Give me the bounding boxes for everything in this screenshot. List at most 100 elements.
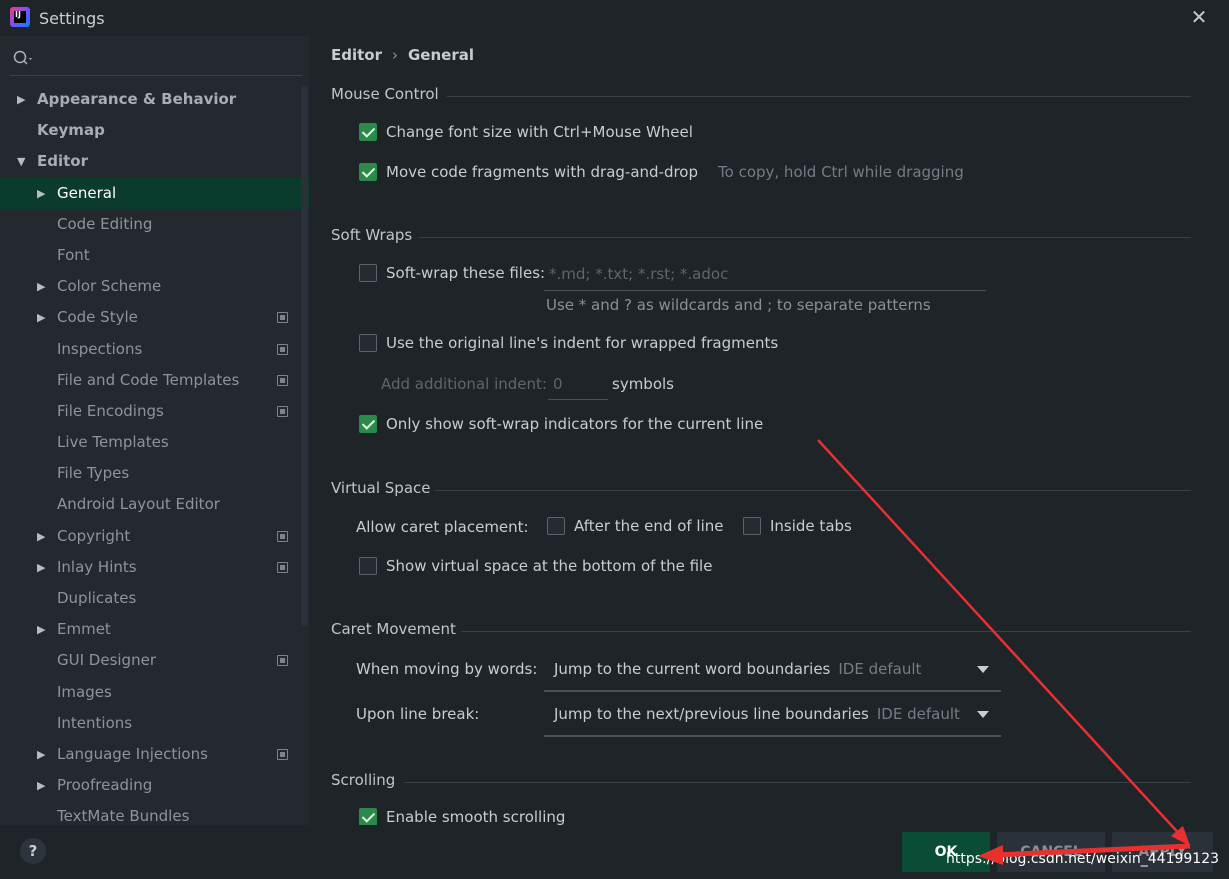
sidebar-item-keymap[interactable]: Keymap [0, 115, 309, 146]
soft-wrap-indicators-label: Only show soft-wrap indicators for the c… [386, 415, 764, 433]
sidebar-item-label: Live Templates [57, 433, 169, 452]
collapsed-arrow-icon[interactable]: ▶ [37, 178, 51, 209]
sidebar-item-label: GUI Designer [57, 651, 156, 670]
smooth-scrolling-label: Enable smooth scrolling [386, 808, 566, 825]
font-size-wheel-label: Change font size with Ctrl+Mouse Wheel [386, 123, 693, 141]
sidebar-item-editor[interactable]: ▼ Editor [0, 146, 309, 177]
sidebar-item-label: Images [57, 682, 112, 701]
title-bar: IJ Settings ✕ [0, 0, 1229, 36]
soft-wrap-indicators-checkbox[interactable] [359, 415, 377, 433]
moving-by-words-select[interactable]: Jump to the current word boundaries IDE … [544, 648, 1001, 692]
original-indent-option[interactable]: Use the original line's indent for wrapp… [359, 334, 778, 352]
collapsed-arrow-icon[interactable]: ▶ [37, 521, 51, 552]
drag-drop-hint: To copy, hold Ctrl while dragging [718, 163, 964, 181]
expanded-arrow-icon[interactable]: ▼ [17, 146, 31, 177]
sidebar-item-label: Inspections [57, 339, 143, 358]
virtual-space-bottom-option[interactable]: Show virtual space at the bottom of the … [359, 557, 712, 575]
window-title: Settings [39, 9, 105, 28]
sidebar-item-label: Emmet [57, 620, 111, 639]
sidebar-item-live-templates[interactable]: Live Templates [0, 427, 309, 458]
sidebar-item-copyright[interactable]: ▶ Copyright [0, 521, 309, 552]
additional-indent-input[interactable]: 0 [548, 370, 608, 400]
additional-indent-label: Add additional indent: [381, 375, 547, 393]
sidebar-item-language-injections[interactable]: ▶ Language Injections [0, 739, 309, 770]
sidebar-item-inlay-hints[interactable]: ▶ Inlay Hints [0, 552, 309, 583]
sidebar-item-label: File and Code Templates [57, 370, 240, 389]
sidebar-item-label: Proofreading [57, 776, 153, 795]
sidebar-item-proofreading[interactable]: ▶ Proofreading [0, 770, 309, 801]
collapsed-arrow-icon[interactable]: ▶ [17, 84, 31, 115]
font-size-wheel-checkbox[interactable] [359, 123, 377, 141]
sidebar-item-gui-designer[interactable]: GUI Designer [0, 645, 309, 676]
virtual-space-title: Virtual Space [331, 479, 431, 497]
smooth-scrolling-option[interactable]: Enable smooth scrolling [359, 808, 565, 825]
original-indent-checkbox[interactable] [359, 334, 377, 352]
sidebar-item-label: Android Layout Editor [57, 495, 220, 514]
sidebar-item-label: File Encodings [57, 401, 164, 420]
collapsed-arrow-icon[interactable]: ▶ [37, 552, 51, 583]
sidebar-item-android-layout-editor[interactable]: Android Layout Editor [0, 489, 309, 520]
app-logo-icon: IJ [10, 7, 30, 27]
soft-wrap-files-label: Soft-wrap these files: [386, 264, 546, 282]
sidebar-item-emmet[interactable]: ▶ Emmet [0, 614, 309, 645]
font-size-wheel-option[interactable]: Change font size with Ctrl+Mouse Wheel [359, 123, 693, 141]
virtual-space-bottom-checkbox[interactable] [359, 557, 377, 575]
collapsed-arrow-icon[interactable]: ▶ [37, 302, 51, 333]
sidebar-item-label: Code Style [57, 308, 138, 327]
help-button[interactable]: ? [20, 838, 46, 864]
sidebar-scrollbar[interactable] [301, 86, 308, 626]
dialog-button-bar: ? OK CANCEL APPLY https://blog.csdn.net/… [0, 825, 1229, 879]
soft-wrap-indicators-option[interactable]: Only show soft-wrap indicators for the c… [359, 415, 763, 433]
breadcrumb-parent[interactable]: Editor [331, 46, 382, 64]
sidebar-item-file-encodings[interactable]: File Encodings [0, 396, 309, 427]
sidebar-item-inspections[interactable]: Inspections [0, 334, 309, 365]
soft-wrap-files-option[interactable]: Soft-wrap these files: [359, 264, 545, 282]
breadcrumb-current: General [408, 46, 474, 64]
section-divider [419, 237, 1191, 238]
sidebar-item-label: TextMate Bundles [57, 807, 190, 825]
soft-wrap-files-input[interactable]: *.md; *.txt; *.rst; *.adoc [544, 262, 986, 291]
sidebar-item-textmate-bundles[interactable]: TextMate Bundles [0, 801, 309, 825]
soft-wrap-files-hint: Use * and ? as wildcards and ; to separa… [546, 296, 931, 314]
after-end-checkbox[interactable] [547, 517, 565, 535]
sidebar-item-general[interactable]: ▶ General [0, 177, 309, 209]
project-settings-icon [277, 530, 288, 542]
collapsed-arrow-icon[interactable]: ▶ [37, 271, 51, 302]
moving-by-words-hint: IDE default [838, 660, 922, 678]
sidebar-item-label: Copyright [57, 526, 131, 545]
sidebar-item-file-and-code-templates[interactable]: File and Code Templates [0, 365, 309, 396]
sidebar-item-label: Intentions [57, 713, 133, 732]
sidebar-item-label: Code Editing [57, 214, 153, 233]
collapsed-arrow-icon[interactable]: ▶ [37, 770, 51, 801]
project-settings-icon [277, 343, 288, 355]
soft-wrap-files-checkbox[interactable] [359, 264, 377, 282]
project-settings-icon [277, 374, 288, 386]
inside-tabs-option[interactable]: Inside tabs [743, 517, 852, 535]
sidebar-item-code-editing[interactable]: Code Editing [0, 209, 309, 240]
sidebar-item-font[interactable]: Font [0, 240, 309, 271]
collapsed-arrow-icon[interactable]: ▶ [37, 614, 51, 645]
mouse-control-title: Mouse Control [331, 85, 439, 103]
sidebar-item-color-scheme[interactable]: ▶ Color Scheme [0, 271, 309, 302]
close-icon[interactable]: ✕ [1188, 6, 1210, 28]
sidebar-item-label: Inlay Hints [57, 557, 137, 576]
after-end-option[interactable]: After the end of line [547, 517, 724, 535]
drag-drop-option[interactable]: Move code fragments with drag-and-drop T… [359, 163, 964, 181]
sidebar-item-file-types[interactable]: File Types [0, 458, 309, 489]
smooth-scrolling-checkbox[interactable] [359, 808, 377, 825]
line-break-select[interactable]: Jump to the next/previous line boundarie… [544, 693, 1001, 737]
sidebar-item-images[interactable]: Images [0, 677, 309, 708]
drag-drop-checkbox[interactable] [359, 163, 377, 181]
collapsed-arrow-icon[interactable]: ▶ [37, 739, 51, 770]
settings-sidebar: ▶ Appearance & Behavior Keymap ▼ Editor ▶ Gene… [0, 36, 309, 825]
sidebar-item-appearance-behavior[interactable]: ▶ Appearance & Behavior [0, 84, 309, 115]
settings-content: Editor › General Mouse Control Change font… [309, 36, 1229, 825]
inside-tabs-label: Inside tabs [770, 517, 852, 535]
sidebar-item-duplicates[interactable]: Duplicates [0, 583, 309, 614]
breadcrumb: Editor › General [331, 46, 474, 64]
section-divider [461, 631, 1191, 632]
sidebar-item-intentions[interactable]: Intentions [0, 708, 309, 739]
inside-tabs-checkbox[interactable] [743, 517, 761, 535]
search-input[interactable] [10, 44, 302, 76]
sidebar-item-code-style[interactable]: ▶ Code Style [0, 302, 309, 333]
